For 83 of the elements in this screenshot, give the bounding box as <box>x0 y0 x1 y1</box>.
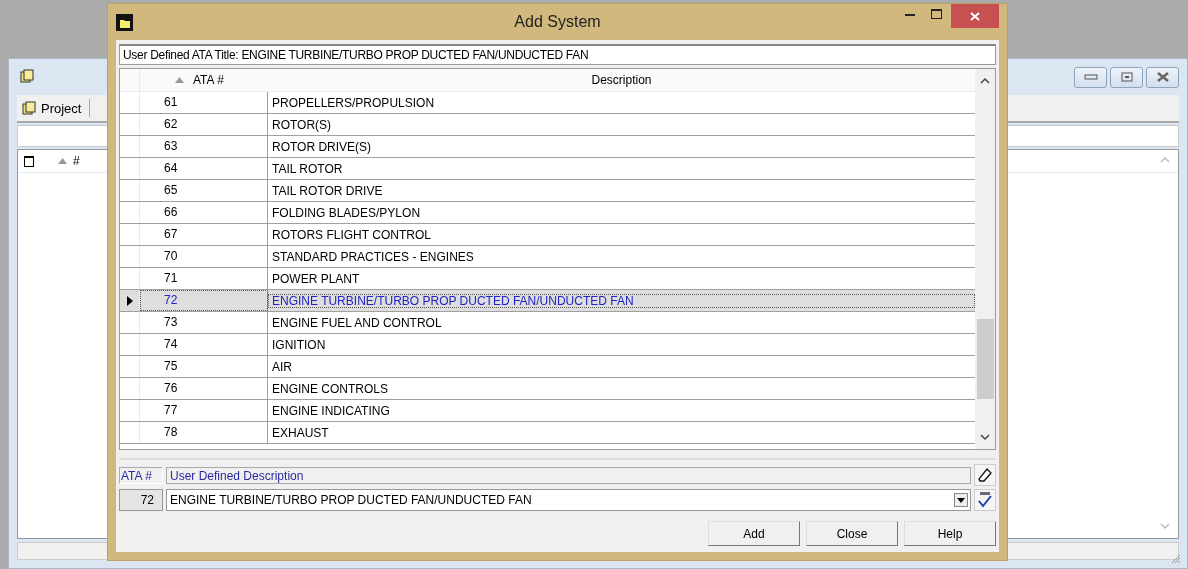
table-row[interactable]: 63 ROTOR DRIVE(S) <box>120 136 975 158</box>
table-cell-text: IGNITION <box>271 337 327 352</box>
table-cell: 72 <box>140 290 268 311</box>
table-row[interactable]: 64 TAIL ROTOR <box>120 158 975 180</box>
table-row[interactable]: 77 ENGINE INDICATING <box>120 400 975 422</box>
table-cell-text: STANDARD PRACTICES - ENGINES <box>271 249 475 264</box>
table-cell: 63 <box>140 136 268 157</box>
table-cell: ENGINE TURBINE/TURBO PROP DUCTED FAN/UNDUCTED FAN <box>268 293 975 308</box>
column-header[interactable]: # <box>73 154 80 168</box>
ata-label: ATA # <box>119 466 163 484</box>
window-title: Add System <box>514 13 601 31</box>
maximize-icon <box>930 9 942 19</box>
spellcheck-button[interactable] <box>974 489 996 511</box>
table-row[interactable]: 73 ENGINE FUEL AND CONTROL <box>120 312 975 334</box>
table-cell: 73 <box>140 312 268 333</box>
sort-up-icon <box>58 158 67 164</box>
close-button[interactable] <box>1146 66 1179 88</box>
table-cell: 75 <box>140 356 268 377</box>
table-cell-text: ROTOR DRIVE(S) <box>271 139 373 154</box>
table-row[interactable]: 62 ROTOR(S) <box>120 114 975 136</box>
table-cell: 76 <box>140 378 268 399</box>
sort-up-icon <box>175 77 184 83</box>
table-cell-text: ROTOR(S) <box>271 117 333 132</box>
table-cell: 61 <box>140 92 268 113</box>
table-cell-text: FOLDING BLADES/PYLON <box>271 205 422 220</box>
table-cell: 65 <box>140 180 268 201</box>
table-cell: 64 <box>140 158 268 179</box>
description-dropdown[interactable]: ENGINE TURBINE/TURBO PROP DUCTED FAN/UNDUCTED FAN <box>166 489 971 511</box>
table-row[interactable]: 65 TAIL ROTOR DRIVE <box>120 180 975 202</box>
table-cell-text: ENGINE CONTROLS <box>271 381 389 396</box>
table-cell: 62 <box>140 114 268 135</box>
column-header[interactable]: Description <box>268 73 975 87</box>
table-row[interactable]: 74 IGNITION <box>120 334 975 356</box>
table-row[interactable]: 76 ENGINE CONTROLS <box>120 378 975 400</box>
table-cell: 66 <box>140 202 268 223</box>
restore-icon <box>1120 72 1133 82</box>
table-cell-text: TAIL ROTOR <box>271 161 344 176</box>
folders-icon <box>21 100 37 116</box>
folder-icon <box>116 13 133 31</box>
table-cell-text: EXHAUST <box>271 425 330 440</box>
table-cell-text: ROTORS FLIGHT CONTROL <box>271 227 432 242</box>
table-cell-text: POWER PLANT <box>271 271 361 286</box>
table-cell-text: TAIL ROTOR DRIVE <box>271 183 384 198</box>
table-cell: 71 <box>140 268 268 289</box>
scroll-up-icon[interactable] <box>980 77 990 84</box>
table-row[interactable]: 66 FOLDING BLADES/PYLON <box>120 202 975 224</box>
table-cell-text: ENGINE FUEL AND CONTROL <box>271 315 443 330</box>
folders-icon <box>19 69 35 85</box>
ata-title: User Defined ATA Title: ENGINE TURBINE/TURBO PROP DUCTED FAN/UNDUCTED FAN <box>119 44 996 65</box>
table-row[interactable]: 78 EXHAUST <box>120 422 975 444</box>
table-row[interactable]: 61 PROPELLERS/PROPULSION <box>120 92 975 114</box>
project-button[interactable]: Project <box>21 100 82 116</box>
table-cell: 78 <box>140 422 268 443</box>
eraser-button[interactable] <box>974 464 996 486</box>
dialog-button[interactable]: Add <box>708 521 800 546</box>
column-header[interactable]: ATA # <box>140 73 268 87</box>
ata-field[interactable]: 72 <box>119 489 163 511</box>
table-cell: 67 <box>140 224 268 245</box>
dialog-button[interactable]: Help <box>904 521 996 546</box>
description-label: User Defined Description <box>166 466 971 484</box>
scroll-down-icon[interactable] <box>980 434 990 441</box>
table-row[interactable]: 70 STANDARD PRACTICES - ENGINES <box>120 246 975 268</box>
scrollbar[interactable] <box>975 69 995 449</box>
close-icon <box>970 11 980 21</box>
resize-grip-icon[interactable] <box>1171 554 1181 564</box>
checkbox[interactable] <box>24 155 34 167</box>
table-row[interactable]: 72 ENGINE TURBINE/TURBO PROP DUCTED FAN/UNDUCTED FAN <box>120 290 975 312</box>
table-cell-text: AIR <box>271 359 293 374</box>
dialog-button[interactable]: Close <box>806 521 898 546</box>
table-cell: 77 <box>140 400 268 421</box>
scroll-thumb[interactable] <box>976 319 994 399</box>
row-pointer-icon <box>126 295 133 306</box>
table-cell: 74 <box>140 334 268 355</box>
close-icon <box>1155 72 1170 82</box>
table-row[interactable]: 75 AIR <box>120 356 975 378</box>
project-label: Project <box>41 100 82 116</box>
close-button[interactable] <box>951 4 999 28</box>
minimize-icon <box>1083 74 1098 80</box>
table-cell: 70 <box>140 246 268 267</box>
minimize-icon <box>905 12 915 16</box>
table-row[interactable]: 67 ROTORS FLIGHT CONTROL <box>120 224 975 246</box>
table-cell-text: ENGINE INDICATING <box>271 403 391 418</box>
table-cell-text: PROPELLERS/PROPULSION <box>271 95 436 110</box>
